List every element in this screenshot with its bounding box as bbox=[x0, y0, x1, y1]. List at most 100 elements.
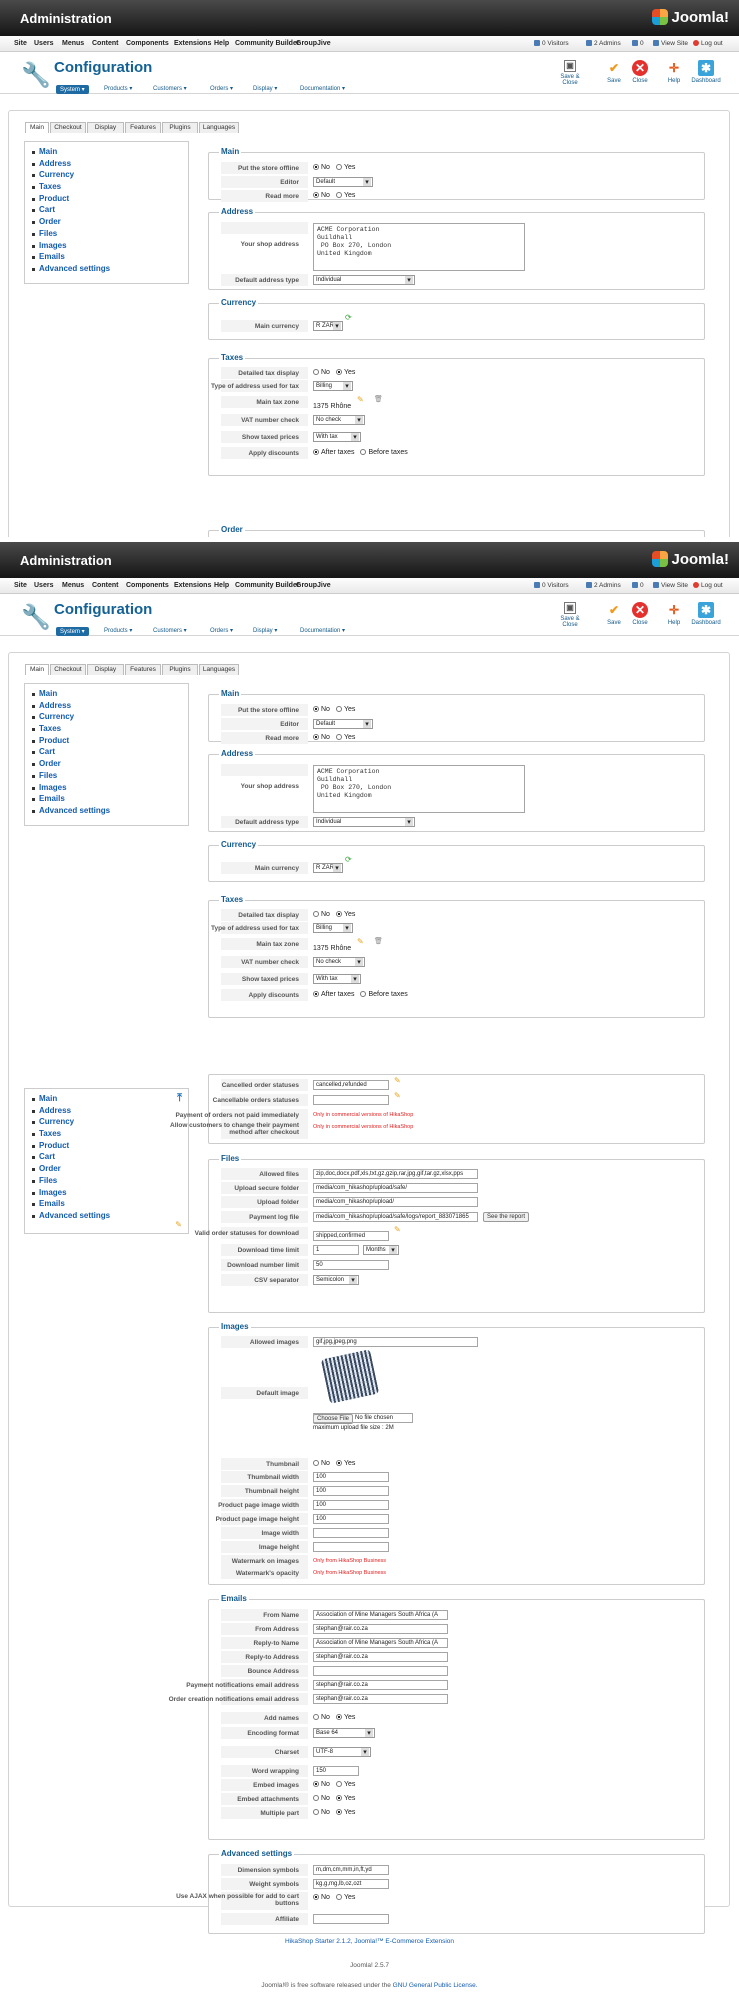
left-menu-main[interactable]: Main bbox=[32, 1093, 188, 1105]
word-wrap-input[interactable]: 150 bbox=[313, 1766, 359, 1776]
image-ih-input[interactable] bbox=[313, 1542, 389, 1552]
left-menu-currency[interactable]: Currency bbox=[32, 711, 188, 723]
readmore-option-0[interactable]: No bbox=[313, 192, 330, 199]
close-button[interactable]: ✕ Close bbox=[622, 602, 658, 626]
left-menu-currency[interactable]: Currency bbox=[32, 169, 188, 181]
menu-components[interactable]: Components bbox=[126, 582, 169, 589]
submenu-system[interactable]: System ▾ bbox=[56, 85, 89, 94]
ajax-option-1[interactable]: Yes bbox=[335, 1894, 355, 1901]
image-pw-input[interactable]: 100 bbox=[313, 1500, 389, 1510]
shop-address-textarea[interactable]: ACME Corporation Guildhall PO Box 270, L… bbox=[313, 223, 525, 271]
readmore-radio-1[interactable] bbox=[335, 734, 342, 740]
license-link[interactable]: GNU General Public License. bbox=[393, 1982, 478, 1989]
currency-refresh-icon[interactable]: ⟳ bbox=[345, 313, 352, 322]
left-menu-order[interactable]: Order bbox=[32, 758, 188, 770]
left-menu-address[interactable]: Address bbox=[32, 1105, 188, 1117]
apply-discounts-radio-1[interactable] bbox=[360, 449, 367, 455]
main-currency-select[interactable]: R ZAR bbox=[313, 321, 343, 331]
submenu-display[interactable]: Display ▾ bbox=[253, 85, 277, 92]
menu-groupjive[interactable]: GroupJive bbox=[296, 40, 331, 47]
left-menu-taxes[interactable]: Taxes bbox=[32, 181, 188, 193]
left-menu-address[interactable]: Address bbox=[32, 158, 188, 170]
left-menu-address[interactable]: Address bbox=[32, 700, 188, 712]
editor-select[interactable]: Default bbox=[313, 177, 373, 187]
tab-display[interactable]: Display bbox=[87, 664, 124, 675]
multipart-option-1[interactable]: Yes bbox=[335, 1809, 355, 1816]
tab-display[interactable]: Display bbox=[87, 122, 124, 133]
left-menu-taxes[interactable]: Taxes bbox=[32, 723, 188, 735]
add-names-option-1[interactable]: Yes bbox=[335, 1714, 355, 1721]
save-close-button[interactable]: ▣ Save & Close bbox=[552, 60, 588, 86]
tab-features[interactable]: Features bbox=[125, 122, 161, 133]
valid-statuses-edit-icon[interactable]: ✎ bbox=[394, 1225, 401, 1234]
status-logout[interactable]: Log out bbox=[693, 40, 723, 47]
apply-discounts-option-0[interactable]: After taxes bbox=[313, 449, 354, 456]
detailed-tax-option-1[interactable]: Yes bbox=[335, 911, 355, 918]
submenu-products[interactable]: Products ▾ bbox=[104, 627, 132, 634]
menu-community-builder[interactable]: Community Builder bbox=[235, 582, 300, 589]
readmore-option-1[interactable]: Yes bbox=[335, 192, 355, 199]
taxed-prices-select[interactable]: With tax bbox=[313, 974, 361, 984]
left-menu-emails[interactable]: Emails bbox=[32, 251, 188, 263]
status-view_site[interactable]: View Site bbox=[653, 40, 688, 47]
left-menu-advanced-settings[interactable]: Advanced settings bbox=[32, 805, 188, 817]
multipart-option-0[interactable]: No bbox=[313, 1809, 330, 1816]
thumbnail-option-1[interactable]: Yes bbox=[335, 1460, 355, 1467]
save-close-button[interactable]: ▣ Save & Close bbox=[552, 602, 588, 628]
add-names-radio-1[interactable] bbox=[335, 1714, 342, 1720]
cancelled-statuses-edit-icon[interactable]: ✎ bbox=[394, 1076, 401, 1085]
tab-languages[interactable]: Languages bbox=[199, 664, 239, 675]
menu-help[interactable]: Help bbox=[214, 40, 229, 47]
offline-radio-1[interactable] bbox=[335, 164, 342, 170]
tax-zone-delete-icon[interactable]: 🗑 bbox=[374, 937, 383, 945]
embed-attachments-radio-0[interactable] bbox=[313, 1795, 319, 1801]
see-report-button[interactable]: See the report bbox=[483, 1212, 530, 1222]
dimension-symbols-input[interactable]: m,dm,cm,mm,in,ft,yd bbox=[313, 1865, 389, 1875]
editor-select[interactable]: Default bbox=[313, 719, 373, 729]
readmore-radio-0[interactable] bbox=[313, 734, 319, 740]
submenu-orders[interactable]: Orders ▾ bbox=[210, 85, 233, 92]
left-menu-order[interactable]: Order bbox=[32, 1163, 188, 1175]
embed-images-option-0[interactable]: No bbox=[313, 1781, 330, 1788]
email-bounce-input[interactable] bbox=[313, 1666, 448, 1676]
payment-log-input[interactable]: media/com_hikashop/upload/safe/logs/repo… bbox=[313, 1212, 478, 1222]
submenu-customers[interactable]: Customers ▾ bbox=[153, 627, 187, 634]
menu-content[interactable]: Content bbox=[92, 40, 118, 47]
left-menu-files[interactable]: Files bbox=[32, 228, 188, 240]
email-pay-notif-input[interactable]: stephan@rair.co.za bbox=[313, 1680, 448, 1690]
readmore-radio-0[interactable] bbox=[313, 192, 319, 198]
status-logout[interactable]: Log out bbox=[693, 582, 723, 589]
menu-menus[interactable]: Menus bbox=[62, 582, 84, 589]
dashboard-button[interactable]: ✱ Dashboard bbox=[688, 602, 724, 626]
upload-folder-input[interactable]: media/com_hikashop/upload/ bbox=[313, 1197, 478, 1207]
tab-checkout[interactable]: Checkout bbox=[50, 664, 86, 675]
left-menu-advanced-settings[interactable]: Advanced settings bbox=[32, 263, 188, 275]
offline-option-0[interactable]: No bbox=[313, 706, 330, 713]
ajax-radio-0[interactable] bbox=[313, 1894, 319, 1900]
offline-option-1[interactable]: Yes bbox=[335, 164, 355, 171]
tab-main[interactable]: Main bbox=[25, 122, 49, 133]
address-type-select[interactable]: Individual bbox=[313, 817, 415, 827]
embed-attachments-option-1[interactable]: Yes bbox=[335, 1795, 355, 1802]
cancelled-statuses-input[interactable]: cancelled,refunded bbox=[313, 1080, 389, 1090]
encoding-select[interactable]: Base 64 bbox=[313, 1728, 375, 1738]
offline-option-0[interactable]: No bbox=[313, 164, 330, 171]
image-tw-input[interactable]: 100 bbox=[313, 1472, 389, 1482]
help-button[interactable]: ✛ Help bbox=[656, 60, 692, 84]
detailed-tax-option-1[interactable]: Yes bbox=[335, 369, 355, 376]
left-menu-images[interactable]: Images bbox=[32, 782, 188, 794]
multipart-radio-0[interactable] bbox=[313, 1809, 319, 1815]
tab-main[interactable]: Main bbox=[25, 664, 49, 675]
time-unit-select[interactable]: Months bbox=[363, 1245, 399, 1255]
valid-statuses-input[interactable]: shipped,confirmed bbox=[313, 1231, 389, 1241]
tax-address-type-select[interactable]: Billing bbox=[313, 381, 353, 391]
number-limit-input[interactable]: 50 bbox=[313, 1260, 389, 1270]
menu-site[interactable]: Site bbox=[14, 40, 27, 47]
allowed-files-input[interactable]: zip,doc,docx,pdf,xls,txt,gz,gzip,rar,jpg… bbox=[313, 1169, 478, 1179]
ajax-option-0[interactable]: No bbox=[313, 1894, 330, 1901]
allowed-images-input[interactable]: gif,jpg,jpeg,png bbox=[313, 1337, 478, 1347]
email-order-notif-input[interactable]: stephan@rair.co.za bbox=[313, 1694, 448, 1704]
secure-folder-input[interactable]: media/com_hikashop/upload/safe/ bbox=[313, 1183, 478, 1193]
status-view_site[interactable]: View Site bbox=[653, 582, 688, 589]
embed-images-radio-1[interactable] bbox=[335, 1781, 342, 1787]
